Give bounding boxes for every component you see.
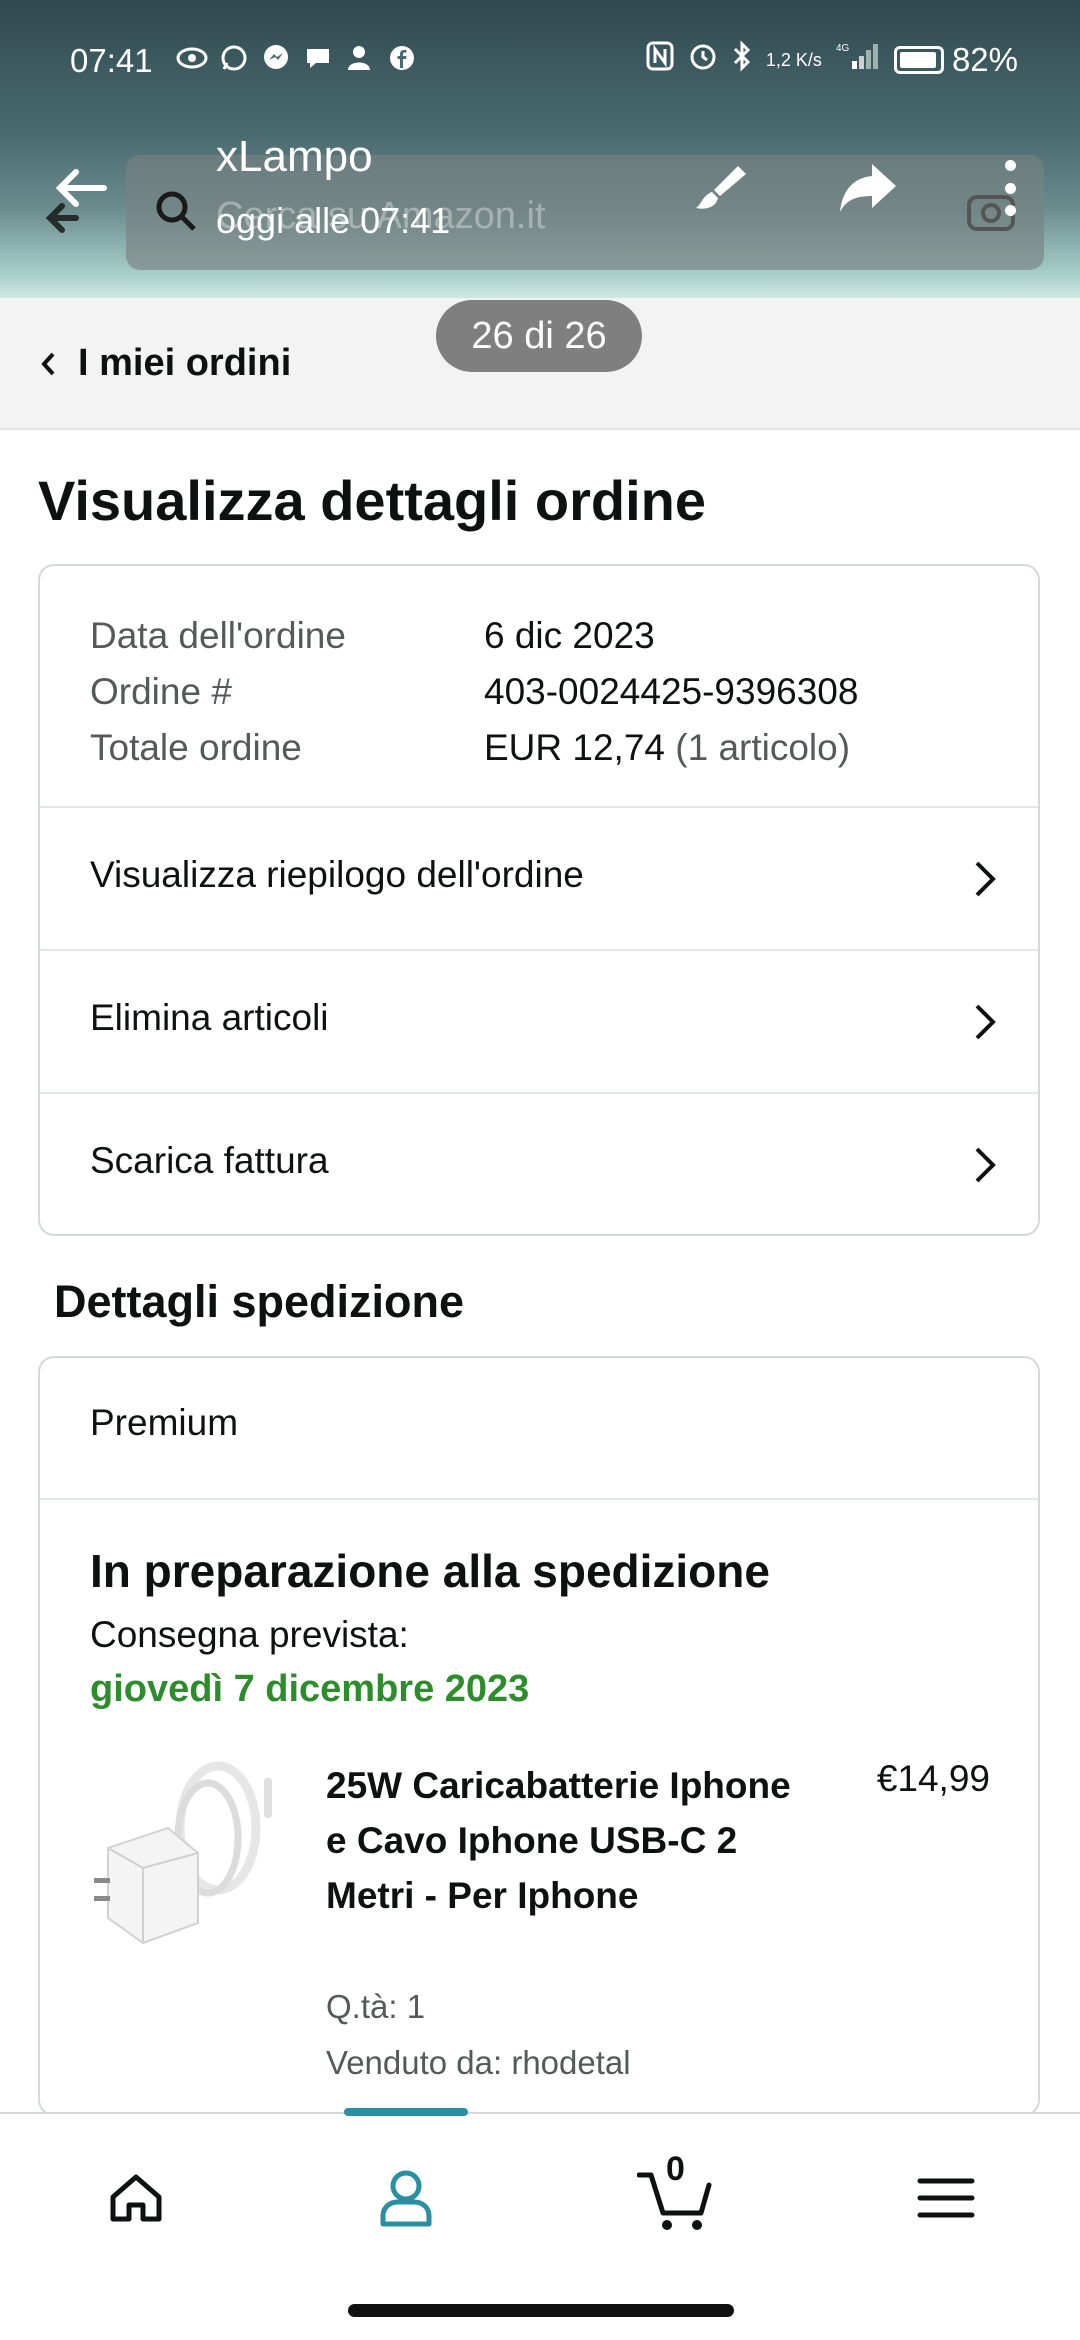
order-date-value: 6 dic 2023: [484, 615, 655, 656]
order-number-row: Ordine # 403-0024425-9396308: [90, 664, 988, 720]
viewer-subtitle: oggi alle 07:41: [216, 200, 451, 241]
search-icon: [156, 191, 196, 231]
delivery-label: Consegna prevista:: [90, 1614, 409, 1655]
bluetooth-icon: [732, 40, 752, 80]
chevron-right-icon: [975, 1004, 996, 1040]
product-seller: Venduto da: rhodetal: [326, 2044, 631, 2081]
eye-icon: [176, 42, 208, 74]
cart-count: 0: [666, 2150, 685, 2188]
view-order-summary-link[interactable]: Visualizza riepilogo dell'ordine: [40, 808, 1038, 951]
order-total-label: Totale ordine: [90, 727, 302, 768]
battery-icon: [893, 46, 944, 74]
shipping-section-title: Dettagli spedizione: [54, 1276, 465, 1327]
order-info: Data dell'ordine 6 dic 2023 Ordine # 403…: [40, 566, 1038, 808]
chevron-right-icon: [975, 861, 996, 897]
messenger-icon: [260, 42, 292, 74]
network-speed: 1,2 K/s: [765, 50, 822, 70]
status-time: 07:41: [70, 42, 153, 79]
brush-icon[interactable]: [690, 158, 750, 218]
order-total-amount: EUR 12,74: [484, 727, 665, 768]
active-tab-indicator: [344, 2108, 468, 2116]
nav-menu[interactable]: [906, 2158, 986, 2238]
delivery-date: giovedì 7 dicembre 2023: [90, 1668, 530, 1710]
nav-cart[interactable]: 0: [636, 2150, 716, 2238]
signal-icon: 4G: [836, 41, 880, 79]
more-options-icon[interactable]: [994, 160, 1026, 216]
bottom-navigation: 0: [0, 2108, 1080, 2340]
order-number-value: 403-0024425-9396308: [484, 671, 859, 712]
status-bar: 07:41 1,2 K/s 4G 82%: [0, 36, 1080, 86]
nfc-icon: [646, 41, 674, 79]
gesture-bar: [348, 2304, 734, 2317]
notification-icons: [176, 42, 418, 74]
product-quantity: Q.tà: 1: [326, 1988, 426, 2025]
home-icon: [110, 2174, 162, 2222]
account-icon: [380, 2170, 432, 2227]
viewer-title: xLampo: [216, 132, 373, 181]
link-label: Elimina articoli: [90, 997, 329, 1038]
download-invoice-link[interactable]: Scarica fattura: [40, 1094, 1038, 1234]
breadcrumb-my-orders[interactable]: I miei ordini: [78, 342, 291, 385]
image-viewer-header: 07:41 1,2 K/s 4G 82% Cerca su Amazon.it …: [0, 0, 1080, 298]
order-summary-card: Data dell'ordine 6 dic 2023 Ordine # 403…: [38, 564, 1040, 1236]
nav-home[interactable]: [96, 2158, 176, 2238]
shipping-type: Premium: [90, 1402, 239, 1443]
shipment-card: Premium In preparazione alla spedizione …: [38, 1356, 1040, 2116]
battery-percent: 82%: [951, 41, 1018, 78]
page-title: Visualizza dettagli ordine: [38, 469, 707, 532]
link-label: Visualizza riepilogo dell'ordine: [90, 854, 584, 895]
page-counter: 26 di 26: [436, 300, 642, 372]
shipment-status: In preparazione alla spedizione: [90, 1545, 770, 1597]
link-label: Scarica fattura: [90, 1140, 329, 1181]
chat-icon: [302, 42, 334, 74]
product-title[interactable]: 25W Caricabatterie Iphone e Cavo Iphone …: [326, 1758, 796, 1923]
menu-icon: [917, 2178, 975, 2218]
person-icon: [344, 42, 376, 74]
product-price: €14,99: [876, 1758, 990, 1799]
alarm-icon: [688, 41, 718, 79]
whatsapp-icon: [218, 42, 250, 74]
battery-indicator: 82%: [893, 41, 1018, 79]
order-total-items: (1 articolo): [675, 727, 851, 768]
svg-text:4G: 4G: [836, 43, 850, 54]
order-date-row: Data dell'ordine 6 dic 2023: [90, 608, 988, 664]
nav-account[interactable]: [366, 2158, 446, 2238]
status-right: 1,2 K/s 4G 82%: [646, 40, 1018, 80]
order-date-label: Data dell'ordine: [90, 615, 346, 656]
chevron-left-icon: [41, 352, 55, 376]
product-image[interactable]: [88, 1758, 278, 1958]
order-number-label: Ordine #: [90, 671, 232, 712]
back-arrow-icon[interactable]: [42, 160, 122, 240]
order-total-value: EUR 12,74 (1 articolo): [484, 720, 850, 776]
delete-items-link[interactable]: Elimina articoli: [40, 951, 1038, 1094]
shipping-type-row: Premium: [40, 1358, 1038, 1500]
facebook-icon: [386, 42, 418, 74]
order-total-row: Totale ordine EUR 12,74 (1 articolo): [90, 720, 988, 776]
share-icon[interactable]: [836, 158, 900, 218]
chevron-right-icon: [975, 1147, 996, 1183]
